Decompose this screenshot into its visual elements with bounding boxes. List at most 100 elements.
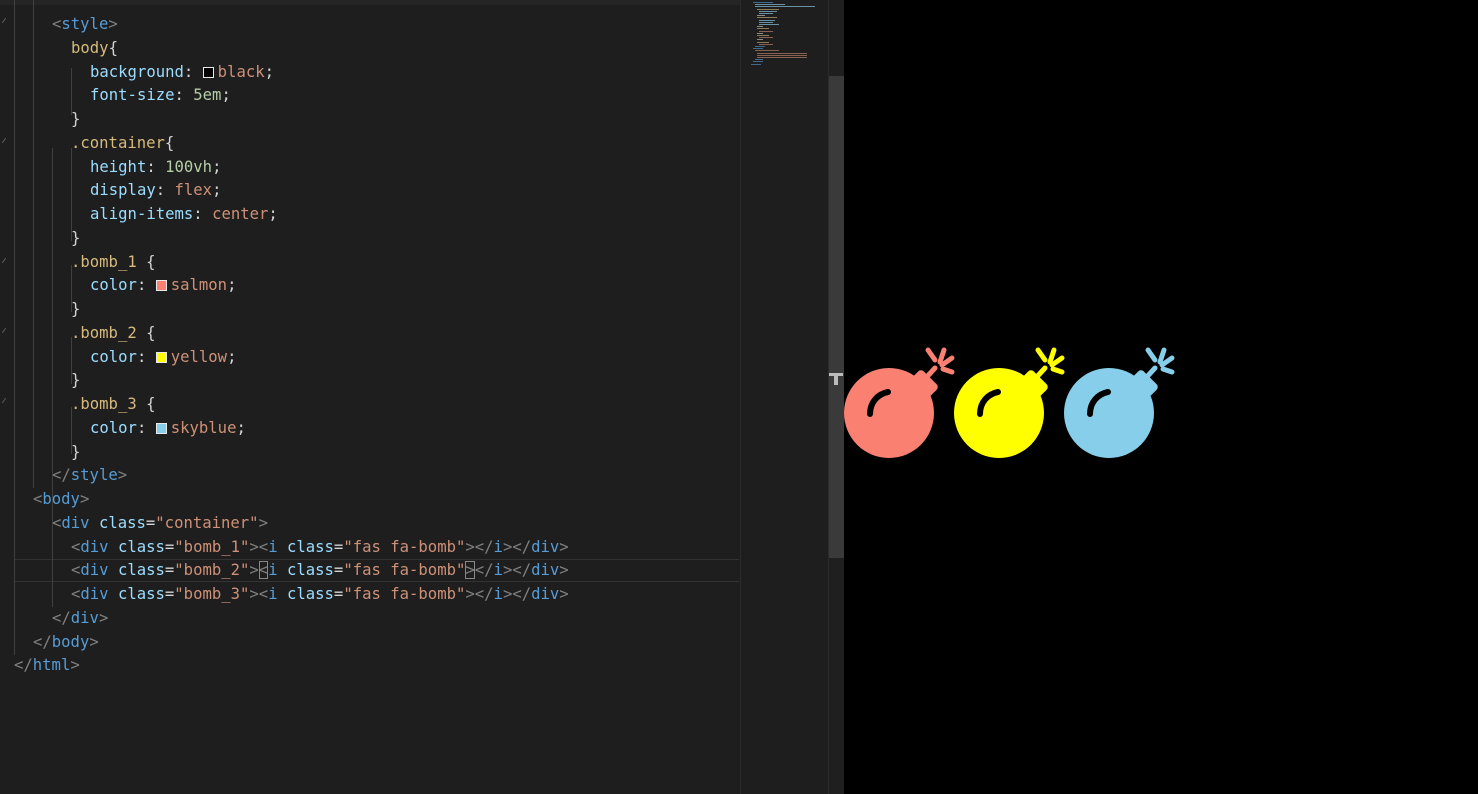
code-token: div xyxy=(70,608,99,627)
code-token: div xyxy=(80,585,109,603)
code-token: class xyxy=(117,561,165,580)
code-token: </ xyxy=(474,537,494,556)
code-token: div xyxy=(80,537,109,556)
code-token: i xyxy=(493,561,503,580)
code-token: color xyxy=(90,276,137,295)
code-token: i xyxy=(493,537,503,556)
code-token: > xyxy=(559,537,569,556)
code-token: } xyxy=(71,110,81,128)
code-token: } xyxy=(71,228,81,247)
code-token: > xyxy=(89,632,99,651)
minimap-line xyxy=(759,43,773,45)
code-token: ; xyxy=(227,276,237,295)
minimap-line xyxy=(759,24,779,25)
code-token: < xyxy=(33,490,43,508)
minimap-line xyxy=(755,4,785,6)
gutter-mark xyxy=(1,137,7,144)
code-token: .bomb_3 xyxy=(71,395,137,413)
minimap-line xyxy=(759,19,775,21)
code-token: i xyxy=(268,537,278,556)
code-token: </ xyxy=(33,632,52,651)
minimap-line xyxy=(757,26,763,28)
code-token: ; xyxy=(221,86,231,105)
code-token: > xyxy=(249,561,259,580)
code-token: flex xyxy=(174,181,213,200)
code-token: class xyxy=(98,513,146,532)
code-token: { xyxy=(108,38,118,57)
minimap-line xyxy=(757,15,765,17)
code-token: = xyxy=(333,537,344,556)
code-token: "fas fa-bomb" xyxy=(343,585,466,603)
code-token: </ xyxy=(474,585,494,603)
code-token: > xyxy=(70,656,80,675)
code-token: .container xyxy=(71,133,165,152)
indent-guide xyxy=(71,265,72,312)
code-token: < xyxy=(71,537,81,556)
code-token: class xyxy=(286,561,334,580)
minimap-line xyxy=(755,59,763,61)
scrollbar-grip-icon xyxy=(829,373,843,385)
code-token: display xyxy=(90,181,156,200)
scrollbar-thumb[interactable] xyxy=(829,76,844,558)
code-token: < xyxy=(52,15,62,33)
code-token: } xyxy=(71,371,81,390)
code-token: { xyxy=(164,133,175,152)
code-token: > xyxy=(502,537,513,556)
code-token: .bomb_2 xyxy=(71,323,137,342)
code-token: center xyxy=(212,205,269,223)
color-swatch-icon[interactable] xyxy=(202,66,214,78)
code-token: : xyxy=(155,181,175,200)
code-token: style xyxy=(70,466,118,485)
indent-guide xyxy=(71,68,72,115)
code-token: < xyxy=(52,513,62,532)
code-line[interactable]: <div class="bomb_2"><i class="fas fa-bom… xyxy=(14,559,739,582)
code-token: > xyxy=(249,537,259,556)
code-token: < xyxy=(71,585,81,603)
code-token: div xyxy=(61,513,90,532)
code-token: </ xyxy=(52,466,71,485)
code-token: : xyxy=(136,418,156,437)
editor-scrollbar[interactable] xyxy=(828,0,845,794)
code-token: height xyxy=(90,157,147,176)
code-token: } xyxy=(71,442,81,461)
code-token: ; xyxy=(268,205,278,223)
minimap-line xyxy=(753,48,763,50)
code-token: ; xyxy=(264,62,275,81)
code-token: </ xyxy=(512,585,532,603)
code-editor[interactable]: <style> body{background: black; font-size:… xyxy=(0,0,740,794)
minimap-line xyxy=(757,57,807,58)
minimap[interactable] xyxy=(740,0,829,794)
minimap-line xyxy=(757,32,763,34)
code-token: > xyxy=(258,513,268,532)
code-token: color xyxy=(90,347,137,366)
minimap-line xyxy=(757,28,769,30)
code-token: </ xyxy=(474,561,494,580)
code-token: ; xyxy=(236,418,246,437)
minimap-line xyxy=(755,50,779,52)
code-token: skyblue xyxy=(170,418,237,437)
color-swatch-icon[interactable] xyxy=(155,280,167,292)
code-token: > xyxy=(559,561,569,580)
color-swatch-icon[interactable] xyxy=(155,351,167,363)
color-swatch-icon[interactable] xyxy=(155,422,167,434)
code-token: < xyxy=(258,585,269,603)
code-token: ; xyxy=(212,181,222,200)
code-token: "bomb_1" xyxy=(174,537,250,556)
code-token: : xyxy=(193,205,213,223)
code-token: style xyxy=(61,15,109,33)
code-token: > xyxy=(98,608,109,627)
minimap-line xyxy=(757,41,769,43)
code-token: { xyxy=(146,323,156,342)
code-token: i xyxy=(268,585,278,603)
code-token: "container" xyxy=(155,513,259,532)
gutter-mark xyxy=(1,397,7,404)
code-token: 100vh xyxy=(165,157,213,176)
code-token: font-size xyxy=(90,86,175,105)
